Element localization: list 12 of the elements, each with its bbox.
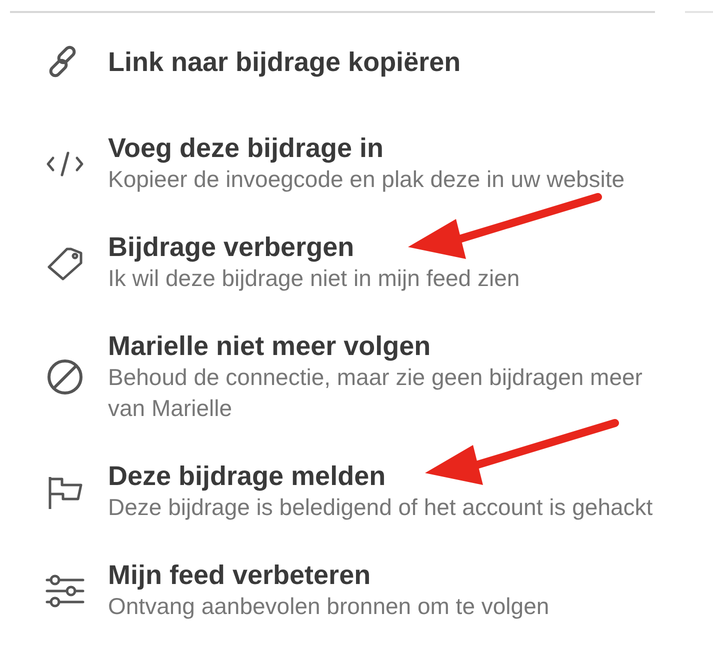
prohibited-icon — [45, 357, 85, 397]
menu-item-description: Behoud de connectie, maar zie geen bijdragen meer van Marielle — [108, 363, 644, 423]
menu-item-description: Deze bijdrage is beledigend of het account is gehackt — [108, 493, 653, 522]
menu-item-description: Ontvang aanbevolen bronnen om te volgen — [108, 592, 550, 621]
menu-item-title[interactable]: Marielle niet meer volgen — [108, 330, 431, 362]
menu-item-description: Kopieer de invoegcode en plak deze in uw website — [108, 165, 626, 194]
menu-item-description: Ik wil deze bijdrage niet in mijn feed zien — [108, 264, 521, 293]
menu-item-title[interactable]: Bijdrage verbergen — [108, 231, 354, 263]
menu-item-title[interactable]: Deze bijdrage melden — [108, 460, 386, 492]
menu-item-title[interactable]: Mijn feed verbeteren — [108, 559, 371, 591]
menu-item-title[interactable]: Voeg deze bijdrage in — [108, 132, 384, 164]
menu-item-title[interactable]: Link naar bijdrage kopiëren — [108, 46, 461, 78]
